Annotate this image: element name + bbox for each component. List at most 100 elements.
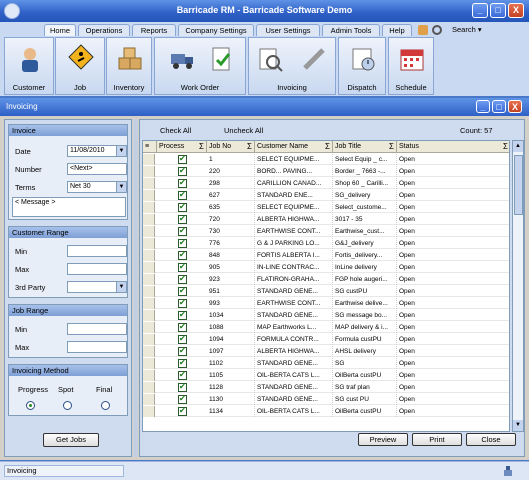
process-checkbox[interactable] xyxy=(178,310,187,320)
table-row[interactable]: 220BORD... PAVING...Border _ 7663 -...Op… xyxy=(143,166,509,177)
process-checkbox[interactable] xyxy=(178,226,187,236)
customer-min-field[interactable] xyxy=(67,245,127,257)
process-checkbox[interactable] xyxy=(178,346,187,356)
process-checkbox[interactable] xyxy=(178,202,187,212)
chevron-down-icon[interactable]: ▼ xyxy=(116,282,126,292)
close-button[interactable]: X xyxy=(508,3,524,18)
table-row[interactable]: 1094FORMULA CONTR...Formula custPUOpen xyxy=(143,334,509,345)
process-checkbox[interactable] xyxy=(178,154,187,164)
row-selector[interactable] xyxy=(143,226,155,237)
process-checkbox[interactable] xyxy=(178,334,187,344)
row-selector[interactable] xyxy=(143,286,155,297)
process-checkbox[interactable] xyxy=(178,358,187,368)
job-button[interactable]: Job xyxy=(55,37,105,95)
schedule-button[interactable]: Schedule xyxy=(388,37,434,95)
inventory-button[interactable]: Inventory xyxy=(106,37,152,95)
row-selector[interactable] xyxy=(143,274,155,285)
search-icon[interactable] xyxy=(432,25,442,35)
chevron-down-icon[interactable]: ▼ xyxy=(116,146,126,156)
grid-options-icon[interactable]: ≡ xyxy=(143,141,157,153)
table-row[interactable]: 627STANDARD ENE...SG_deliveryOpen xyxy=(143,190,509,201)
table-row[interactable]: 1088MAP Earthworks L...MAP delivery & i.… xyxy=(143,322,509,333)
row-selector[interactable] xyxy=(143,166,155,177)
row-selector[interactable] xyxy=(143,178,155,189)
process-checkbox[interactable] xyxy=(178,214,187,224)
row-selector[interactable] xyxy=(143,322,155,333)
row-selector[interactable] xyxy=(143,154,155,165)
customer-button[interactable]: Customer xyxy=(4,37,54,95)
tab-home[interactable]: Home xyxy=(44,24,76,36)
row-selector[interactable] xyxy=(143,310,155,321)
table-row[interactable]: 1134OIL-BERTA CATS L...OilBerta custPUOp… xyxy=(143,406,509,417)
process-checkbox[interactable] xyxy=(178,406,187,416)
get-jobs-button[interactable]: Get Jobs xyxy=(43,433,99,447)
row-selector[interactable] xyxy=(143,370,155,381)
column-process[interactable]: Process Σ xyxy=(157,141,207,153)
panel-splitter[interactable] xyxy=(133,119,138,457)
row-selector[interactable] xyxy=(143,250,155,261)
row-selector[interactable] xyxy=(143,202,155,213)
row-selector[interactable] xyxy=(143,334,155,345)
column-job-no[interactable]: Job No Σ xyxy=(207,141,255,153)
print-button[interactable]: Print xyxy=(412,433,462,446)
inner-close-button[interactable]: X xyxy=(508,100,522,113)
process-checkbox[interactable] xyxy=(178,322,187,332)
row-selector[interactable] xyxy=(143,190,155,201)
row-selector[interactable] xyxy=(143,238,155,249)
table-row[interactable]: 951STANDARD GENE...SG custPUOpen xyxy=(143,286,509,297)
table-row[interactable]: 1130STANDARD GENE...SG cust PUOpen xyxy=(143,394,509,405)
row-selector[interactable] xyxy=(143,358,155,369)
close-window-button[interactable]: Close xyxy=(466,433,516,446)
scroll-down-icon[interactable]: ▼ xyxy=(513,420,523,431)
maximize-button[interactable]: □ xyxy=(490,3,506,18)
check-all-link[interactable]: Check All xyxy=(160,126,191,135)
inner-maximize-button[interactable]: □ xyxy=(492,100,506,113)
uncheck-all-link[interactable]: Uncheck All xyxy=(224,126,263,135)
tab-company-settings[interactable]: Company Settings xyxy=(178,24,254,36)
tab-operations[interactable]: Operations xyxy=(78,24,130,36)
column-customer-name[interactable]: Customer Name Σ xyxy=(255,141,333,153)
row-selector[interactable] xyxy=(143,298,155,309)
table-row[interactable]: 1097ALBERTA HIGHWA...AHSL deliveryOpen xyxy=(143,346,509,357)
sum-icon[interactable]: Σ xyxy=(247,141,252,153)
process-checkbox[interactable] xyxy=(178,370,187,380)
table-row[interactable]: 993EARTHWISE CONT...Earthwise delive...O… xyxy=(143,298,509,309)
column-job-title[interactable]: Job Title Σ xyxy=(333,141,397,153)
dispatch-button[interactable]: Dispatch xyxy=(338,37,386,95)
job-max-field[interactable] xyxy=(67,341,127,353)
process-checkbox[interactable] xyxy=(178,262,187,272)
row-selector[interactable] xyxy=(143,406,155,417)
table-row[interactable]: 1128STANDARD GENE...SG traf planOpen xyxy=(143,382,509,393)
sum-icon[interactable]: Σ xyxy=(199,141,204,153)
process-checkbox[interactable] xyxy=(178,178,187,188)
sum-icon[interactable]: Σ xyxy=(389,141,394,153)
table-row[interactable]: 905IN-LINE CONTRAC...InLine deliveryOpen xyxy=(143,262,509,273)
process-checkbox[interactable] xyxy=(178,394,187,404)
tab-user-settings[interactable]: User Settings xyxy=(256,24,320,36)
process-checkbox[interactable] xyxy=(178,238,187,248)
final-radio[interactable] xyxy=(101,401,110,410)
tab-help[interactable]: Help xyxy=(382,24,412,36)
process-checkbox[interactable] xyxy=(178,286,187,296)
table-row[interactable]: 776G & J PARKING LO...G&J_deliveryOpen xyxy=(143,238,509,249)
number-field[interactable]: <Next> xyxy=(67,163,127,175)
inner-minimize-button[interactable]: _ xyxy=(476,100,490,113)
scroll-thumb[interactable] xyxy=(514,155,523,215)
search-menu[interactable]: Search ▾ xyxy=(452,25,482,34)
customer-max-field[interactable] xyxy=(67,263,127,275)
table-row[interactable]: 848FORTIS ALBERTA I...Fortis_delivery...… xyxy=(143,250,509,261)
message-field[interactable]: < Message > xyxy=(12,197,126,217)
date-field[interactable]: 11/08/2010 ▼ xyxy=(67,145,127,157)
row-selector[interactable] xyxy=(143,346,155,357)
grid-vertical-scrollbar[interactable]: ▲ ▼ xyxy=(512,140,524,432)
table-row[interactable]: 298CARILLION CANAD...Shop 60 _ Carilli..… xyxy=(143,178,509,189)
row-selector[interactable] xyxy=(143,382,155,393)
process-checkbox[interactable] xyxy=(178,166,187,176)
process-checkbox[interactable] xyxy=(178,298,187,308)
tab-admin-tools[interactable]: Admin Tools xyxy=(322,24,380,36)
column-status[interactable]: Status Σ xyxy=(397,141,509,153)
progress-radio[interactable] xyxy=(26,401,35,410)
sum-icon[interactable]: Σ xyxy=(503,141,508,153)
table-row[interactable]: 635SELECT EQUIPME...Select_custome...Ope… xyxy=(143,202,509,213)
job-min-field[interactable] xyxy=(67,323,127,335)
